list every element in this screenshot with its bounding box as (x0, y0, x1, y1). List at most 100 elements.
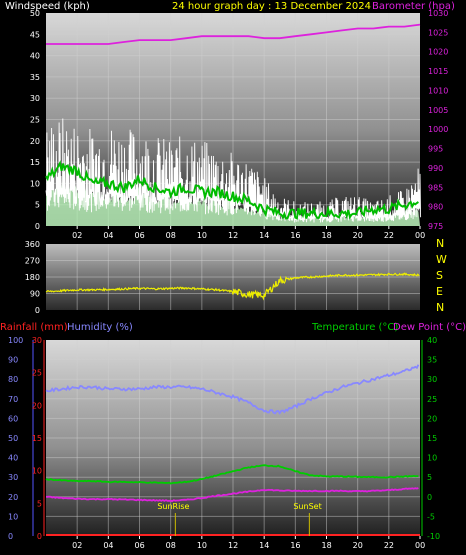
rainfall-tick-label: 10 (32, 467, 42, 476)
direction-letter: S (436, 269, 443, 282)
barometer-tick-label: 985 (428, 183, 443, 192)
humidity-tick-label: 30 (8, 473, 18, 482)
temperature-axis-label: Temperature (°C) (311, 322, 398, 333)
direction-letter: W (436, 253, 447, 266)
temperature-tick-label: 5 (427, 473, 432, 482)
humidity-tick-label: 90 (8, 356, 18, 365)
barometer-tick-label: 990 (428, 164, 443, 173)
temperature-tick-label: -5 (427, 512, 435, 521)
hour-tick-label: 16 (290, 541, 300, 550)
humidity-tick-label: 100 (8, 336, 23, 345)
barometer-tick-label: 1000 (428, 125, 448, 134)
direction-tick-label: 270 (25, 257, 40, 266)
rainfall-tick-label: 0 (37, 532, 42, 541)
temperature-tick-label: 35 (427, 356, 437, 365)
barometer-tick-label: 1015 (428, 67, 448, 76)
barometer-tick-label: 1025 (428, 28, 448, 37)
temperature-tick-label: -10 (427, 532, 440, 541)
wind-hour-ticks: 02 04 06 08 10 12 14 16 18 20 22 00 (72, 226, 425, 240)
windspeed-tick-label: 5 (35, 201, 40, 210)
hour-tick-label: 04 (103, 231, 113, 240)
hour-tick-label: 10 (197, 541, 207, 550)
humidity-tick-label: 40 (8, 454, 18, 463)
windspeed-tick-label: 25 (30, 116, 40, 125)
temperature-tick-label: 40 (427, 336, 437, 345)
hour-tick-label: 02 (72, 231, 82, 240)
windspeed-tick-label: 20 (30, 137, 40, 146)
sunset-label: SunSet (293, 502, 321, 511)
barometer-tick-label: 1030 (428, 9, 448, 18)
windspeed-tick-label: 40 (30, 52, 40, 61)
hour-tick-label: 14 (259, 541, 269, 550)
barometer-tick-label: 995 (428, 145, 443, 154)
temperature-tick-label: 20 (427, 414, 437, 423)
windspeed-tick-label: 35 (30, 73, 40, 82)
hour-tick-label: 20 (353, 231, 363, 240)
hour-tick-label: 14 (259, 231, 269, 240)
windspeed-ticks: 0 5 10 15 20 25 30 35 40 45 50 (30, 9, 40, 231)
hour-tick-label: 12 (228, 231, 238, 240)
direction-letters: NWSEN (436, 237, 447, 314)
direction-tick-label: 90 (30, 290, 40, 299)
hour-tick-label: 12 (228, 541, 238, 550)
humidity-tick-label: 20 (8, 493, 18, 502)
humidity-axis-label: Humidity (%) (67, 322, 133, 333)
rainfall-tick-label: 20 (32, 401, 42, 410)
temp-hour-ticks: 02 04 06 08 10 12 14 16 18 20 22 00 (72, 536, 425, 550)
barometer-tick-label: 1010 (428, 86, 448, 95)
sunrise-label: SunRise (157, 502, 189, 511)
hour-tick-label: 18 (322, 541, 332, 550)
chart-title: 24 hour graph day : 13 December 2024 (172, 1, 371, 12)
windspeed-tick-label: 0 (35, 222, 40, 231)
humidity-tick-label: 70 (8, 395, 18, 404)
direction-ticks: 0 90 180 270 360 (25, 240, 40, 315)
direction-letter: E (436, 285, 443, 298)
hour-tick-label: 06 (135, 541, 145, 550)
windspeed-tick-label: 10 (30, 179, 40, 188)
barometer-ticks: 975 980 985 990 995 1000 1005 1010 1015 1020 1025 1… (428, 9, 448, 231)
windspeed-tick-label: 45 (30, 30, 40, 39)
humidity-tick-label: 50 (8, 434, 18, 443)
hour-tick-label: 22 (384, 231, 394, 240)
barometer-tick-label: 1020 (428, 48, 448, 57)
hour-tick-label: 00 (415, 231, 425, 240)
hour-tick-label: 22 (384, 541, 394, 550)
temperature-tick-label: 10 (427, 454, 437, 463)
windspeed-tick-label: 15 (30, 158, 40, 167)
hour-tick-label: 06 (135, 231, 145, 240)
temperature-tick-label: 30 (427, 375, 437, 384)
hour-tick-label: 16 (290, 231, 300, 240)
temperature-tick-label: 0 (427, 493, 432, 502)
windspeed-axis-label: Windspeed (kph) (5, 1, 90, 12)
hour-tick-label: 18 (322, 231, 332, 240)
hour-tick-label: 10 (197, 231, 207, 240)
direction-letter: N (436, 237, 444, 250)
barometer-tick-label: 975 (428, 222, 443, 231)
weather-graph: Windspeed (kph) 24 hour graph day : 13 D… (0, 1, 466, 550)
rainfall-axis-label: Rainfall (mm) (0, 322, 68, 333)
barometer-tick-label: 980 (428, 203, 443, 212)
barometer-tick-label: 1005 (428, 106, 448, 115)
hour-tick-label: 08 (166, 231, 176, 240)
direction-letter: N (436, 301, 444, 314)
direction-tick-label: 360 (25, 240, 40, 249)
humidity-tick-label: 60 (8, 414, 18, 423)
rainfall-tick-label: 15 (32, 434, 42, 443)
rainfall-tick-label: 30 (32, 336, 42, 345)
humidity-tick-label: 10 (8, 512, 18, 521)
hour-tick-label: 04 (103, 541, 113, 550)
direction-tick-label: 180 (25, 273, 40, 282)
hour-tick-label: 02 (72, 541, 82, 550)
direction-tick-label: 0 (35, 306, 40, 315)
dewpoint-axis-label: Dew Point (°C) (393, 322, 466, 333)
temperature-tick-label: 15 (427, 434, 437, 443)
windspeed-tick-label: 50 (30, 9, 40, 18)
hour-tick-label: 20 (353, 541, 363, 550)
temperature-tick-label: 25 (427, 395, 437, 404)
windspeed-tick-label: 30 (30, 94, 40, 103)
rainfall-tick-label: 5 (37, 499, 42, 508)
hour-tick-label: 00 (415, 541, 425, 550)
humidity-tick-label: 80 (8, 375, 18, 384)
hour-tick-label: 08 (166, 541, 176, 550)
rainfall-tick-label: 25 (32, 369, 42, 378)
